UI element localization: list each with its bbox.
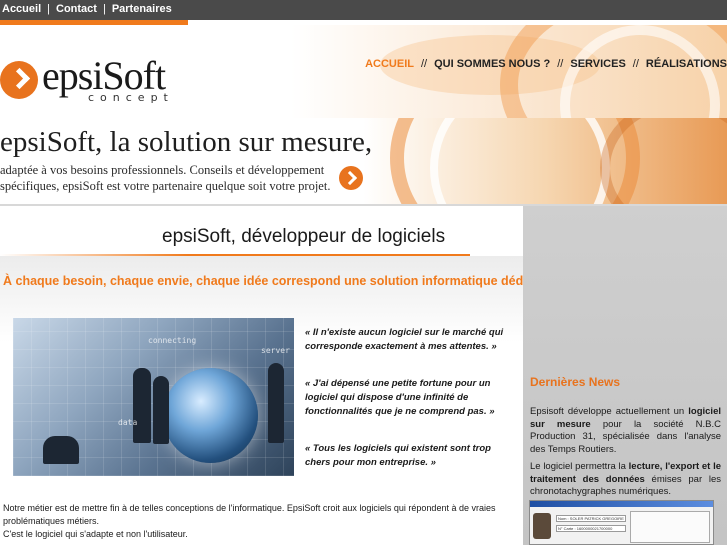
topbar-link-contact[interactable]: Contact	[56, 3, 97, 15]
topbar-separator: |	[47, 3, 50, 15]
image-word: connecting	[148, 336, 197, 345]
intro-paragraph: Notre métier est de mettre fin à de tell…	[3, 502, 513, 541]
nav-separator: //	[632, 58, 639, 70]
silhouette	[153, 376, 169, 444]
image-word: server	[261, 346, 290, 355]
nav-separator: //	[420, 58, 428, 70]
image-word: data	[118, 418, 138, 427]
news-screenshot-thumbnail[interactable]: Nom : SOLER PATRICK GREGOIRE N° Carte : …	[529, 500, 714, 545]
nav-item-services[interactable]: SERVICES	[570, 58, 625, 70]
silhouette	[43, 436, 79, 464]
topbar-link-accueil[interactable]: Accueil	[2, 3, 41, 15]
screenshot-field: N° Carte : 1600000021700000	[556, 525, 626, 532]
nav-item-realisations[interactable]: RÉALISATIONS	[646, 58, 727, 70]
top-utility-bar: Accueil | Contact | Partenaires	[0, 0, 727, 20]
window-titlebar	[530, 501, 713, 507]
paragraph-line: Notre métier est de mettre fin à de tell…	[3, 503, 496, 526]
news-text: Epsisoft développe actuellement un logic…	[530, 406, 721, 499]
nav-separator: //	[557, 58, 564, 70]
banner-arrow-icon[interactable]	[339, 166, 363, 190]
banner-description: adaptée à vos besoins professionnels. Co…	[0, 163, 331, 193]
screenshot-field: Nom : SOLER PATRICK GREGOIRE	[556, 515, 626, 522]
quote: « Il n'existe aucun logiciel sur le marc…	[305, 327, 504, 352]
logo-subtitle: concept	[88, 91, 174, 104]
page-title: epsiSoft, développeur de logiciels	[162, 226, 446, 247]
globe-graphic	[163, 368, 258, 463]
tagline: À chaque besoin, chaque envie, chaque id…	[3, 274, 541, 288]
avatar	[533, 513, 551, 539]
silhouette	[268, 363, 284, 443]
news-text-part: Le logiciel permettra la	[530, 461, 629, 472]
topbar-separator: |	[102, 3, 106, 15]
title-underline	[0, 254, 470, 256]
quote: « Tous les logiciels qui existent sont t…	[305, 443, 491, 468]
banner-decoration	[430, 118, 610, 204]
nav-item-qui-sommes-nous[interactable]: QUI SOMMES NOUS ?	[434, 58, 550, 70]
paragraph-line: C'est le logiciel qui s'adapte et non l'…	[3, 529, 188, 539]
page: Accueil | Contact | Partenaires epsiSoft con…	[0, 0, 727, 545]
screenshot-panel	[630, 511, 710, 543]
silhouette	[133, 368, 151, 443]
banner-title: epsiSoft, la solution sur mesure,	[0, 126, 373, 158]
illustration-image: connecting server data	[13, 318, 294, 476]
topbar-link-partenaires[interactable]: Partenaires	[112, 3, 172, 15]
logo-arrow-icon[interactable]	[0, 61, 38, 99]
news-title: Dernières News	[530, 375, 621, 389]
banner-decoration	[600, 118, 727, 204]
quote: « J'ai dépensé une petite fortune pour u…	[305, 378, 495, 417]
main-navigation: ACCUEIL // QUI SOMMES NOUS ? // SERVICES // RÉ…	[365, 58, 727, 70]
nav-item-accueil[interactable]: ACCUEIL	[365, 58, 414, 70]
news-text-part: Epsisoft développe actuellement un	[530, 406, 689, 417]
